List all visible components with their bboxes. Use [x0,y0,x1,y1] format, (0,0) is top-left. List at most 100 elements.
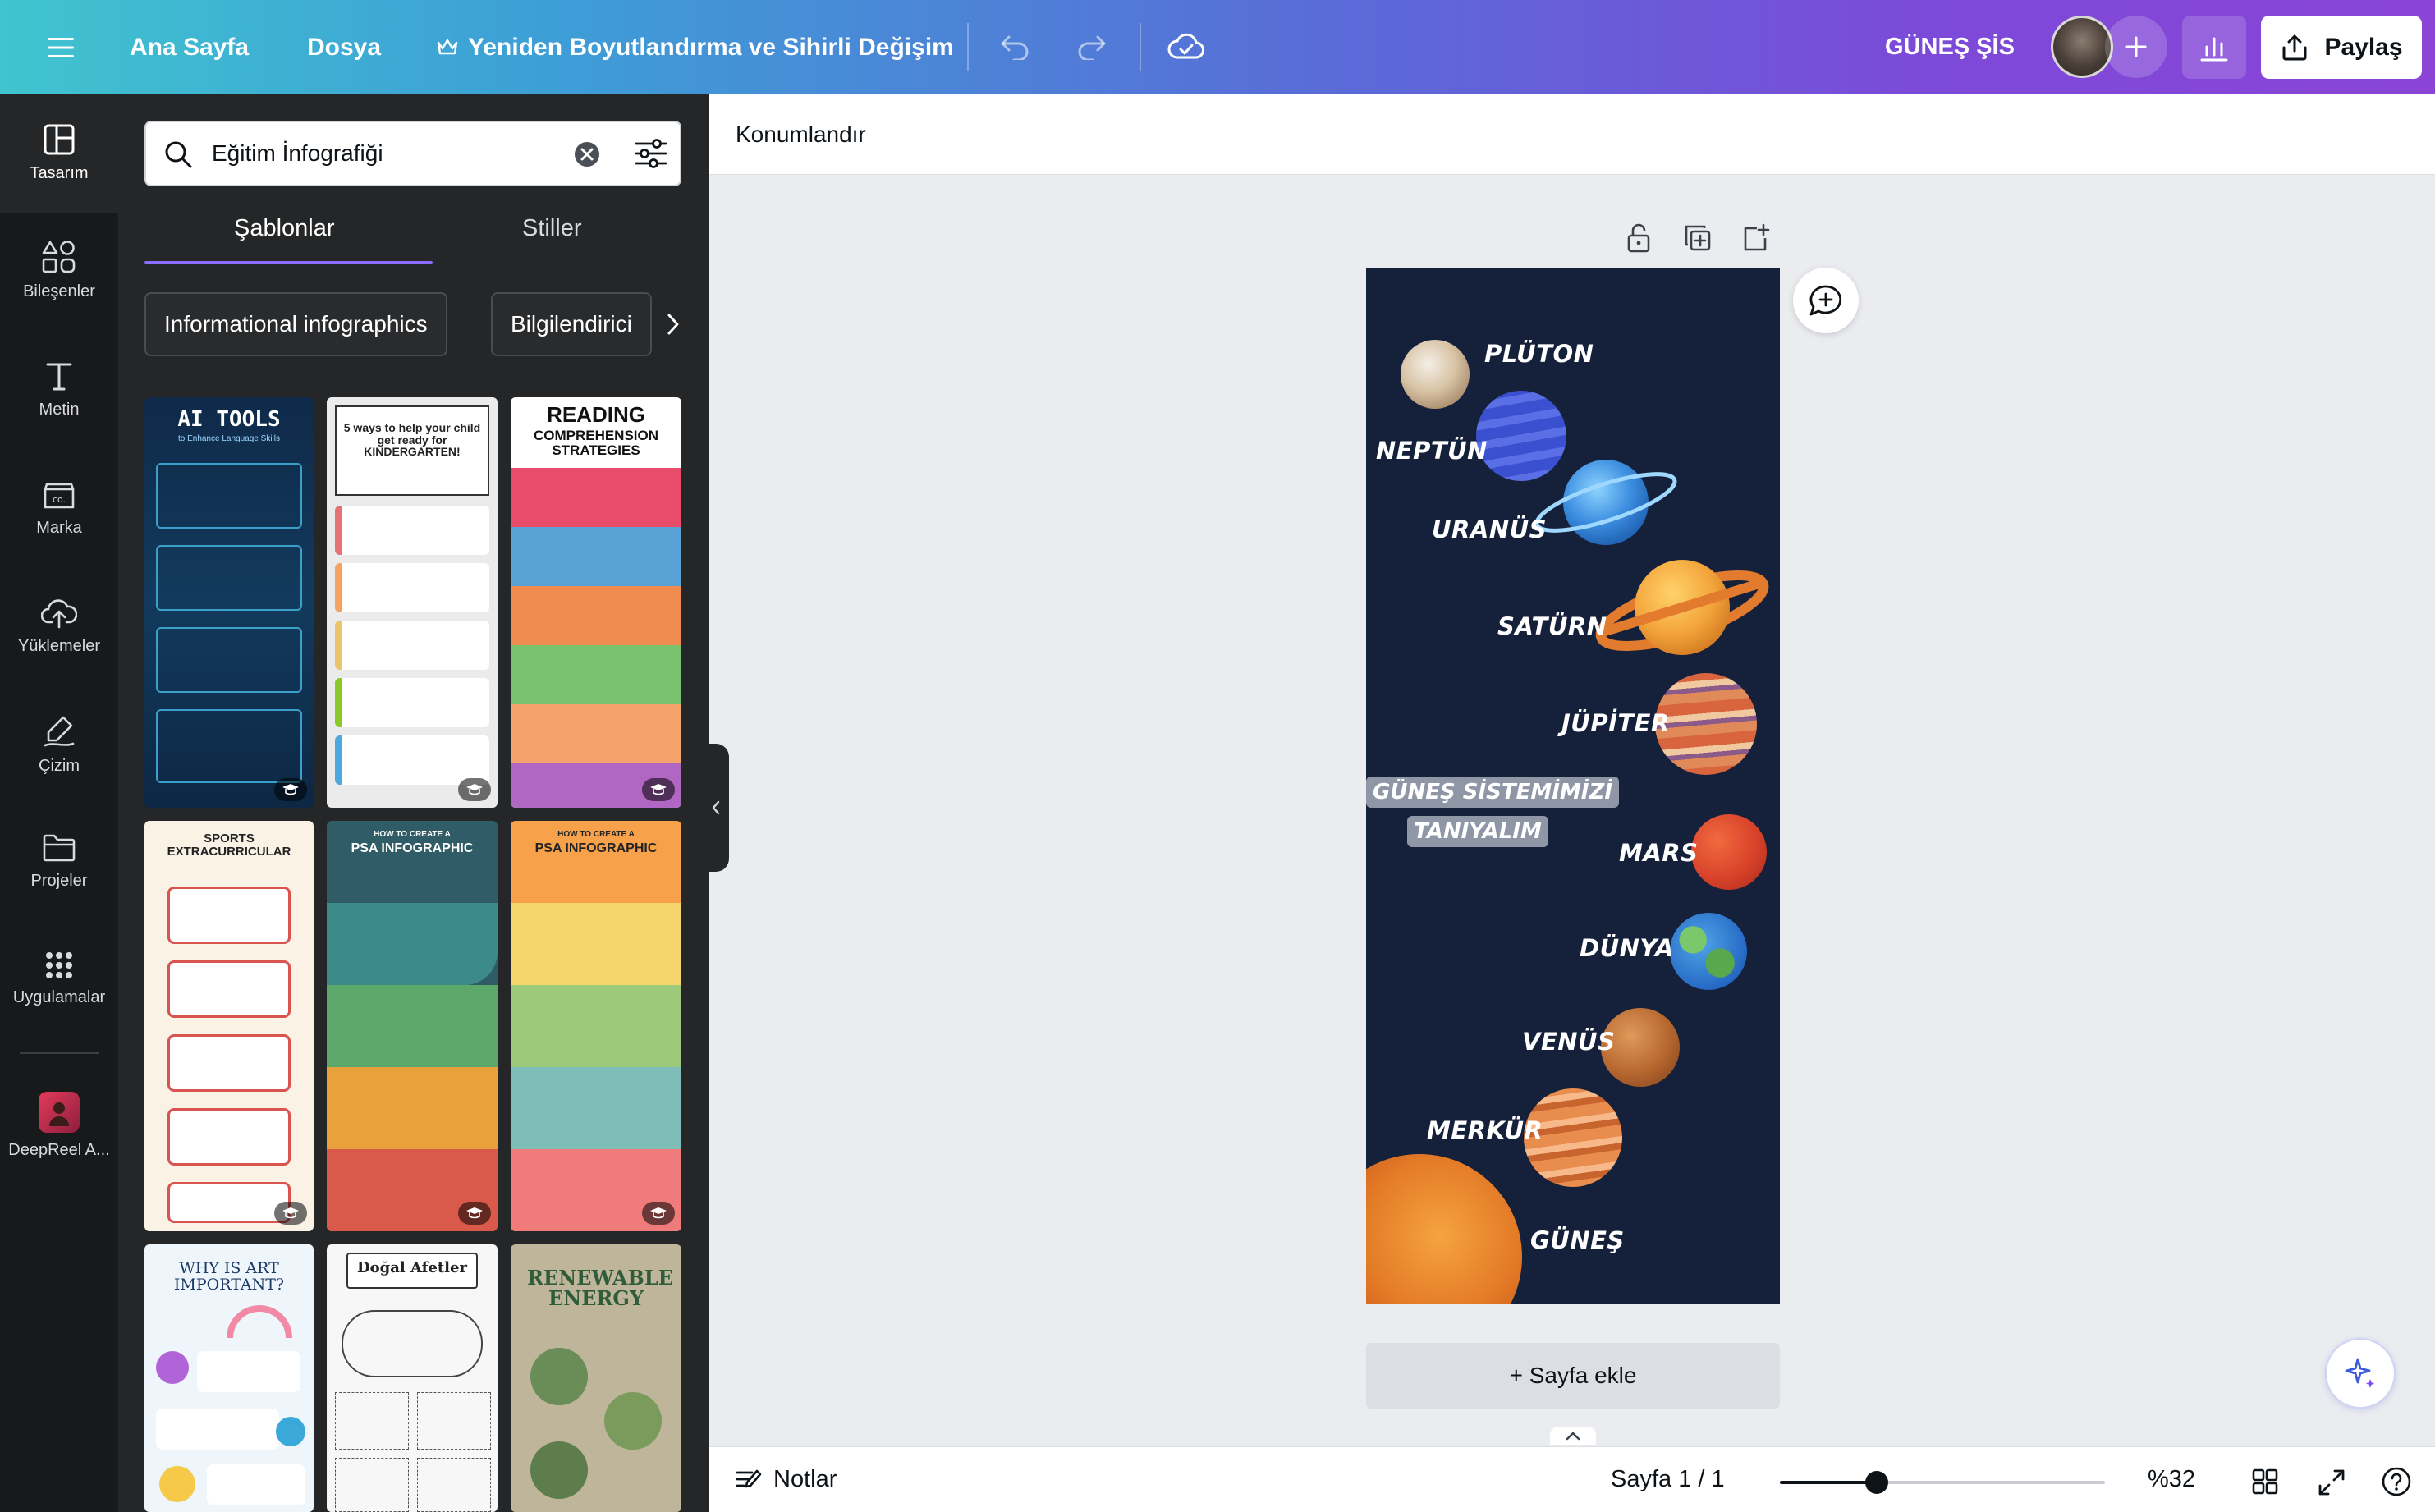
template-thumbnail-psa-orange[interactable]: HOW TO CREATE A PSA INFOGRAPHIC [511,821,681,1231]
avatar[interactable] [2051,16,2113,78]
clear-search-icon [575,142,599,167]
planet-label-venus[interactable]: VENÜS [1522,1028,1615,1056]
rail-label: DeepReel A... [8,1141,110,1159]
magic-assistant-button[interactable] [2325,1338,2396,1409]
design-title-line1[interactable]: GÜNEŞ SİSTEMİMİZİ [1366,777,1619,808]
planet-label-earth[interactable]: DÜNYA [1580,934,1674,962]
apps-grid-icon [46,952,72,978]
pluto-illustration[interactable] [1401,340,1470,409]
design-title-line2[interactable]: TANIYALIM [1407,816,1548,847]
chips-scroll-right[interactable] [657,292,690,356]
layout-icon [44,124,75,155]
planet-label-saturn[interactable]: SATÜRN [1497,612,1607,640]
graduation-cap-icon [282,1207,299,1219]
rail-item-uploads[interactable]: Yüklemeler [0,596,118,656]
menu-icon[interactable] [43,30,79,66]
rail-item-projects[interactable]: Projeler [0,832,118,891]
help-icon[interactable] [2381,1466,2412,1497]
template-thumbnail-reading[interactable]: READING COMPREHENSION STRATEGIES [511,397,681,808]
rail-label: Metin [39,401,80,419]
bar-chart-icon [2200,37,2228,61]
saturn-illustration[interactable] [1594,550,1770,665]
template-thumbnail-ai-tools[interactable]: AI TOOLS to Enhance Language Skills [144,397,314,808]
zoom-level[interactable]: %32 [2148,1446,2195,1512]
expand-pages-toggle[interactable] [1550,1427,1596,1445]
zoom-slider-fill [1780,1481,1869,1484]
planet-label-neptune[interactable]: NEPTÜN [1376,437,1488,465]
sparkle-icon [2345,1358,2374,1388]
fullscreen-icon[interactable] [2317,1468,2346,1497]
add-comment-button[interactable] [1793,268,1859,333]
chevron-up-icon [1566,1432,1580,1441]
tab-templates[interactable]: Şablonlar [234,215,335,242]
text-icon [46,363,72,391]
share-button[interactable]: Paylaş [2261,16,2422,79]
rail-item-draw[interactable]: Çizim [0,714,118,776]
template-title: READING [547,402,645,427]
jupiter-illustration[interactable] [1655,673,1757,775]
project-title[interactable]: GÜNEŞ ŞİS [1885,0,2015,94]
zoom-slider[interactable] [1780,1481,2105,1484]
shapes-icon [42,241,76,273]
chevron-left-icon [712,800,720,815]
tab-styles[interactable]: Stiller [522,215,582,242]
template-thumbnail-kindergarten[interactable]: 5 ways to help your child get ready for … [327,397,498,808]
planet-label-mercury[interactable]: MERKÜR [1427,1116,1543,1144]
rail-item-deepreel[interactable]: DeepReel A... [0,1092,118,1160]
template-thumbnail-renewable[interactable]: RENEWABLE ENERGY [511,1244,681,1512]
grid-view-icon[interactable] [2251,1468,2279,1496]
notes-icon[interactable] [734,1466,762,1494]
chevron-right-icon [667,314,679,335]
lock-page-icon[interactable] [1621,220,1657,256]
redo-icon[interactable] [1072,28,1110,66]
add-page-button[interactable]: + Sayfa ekle [1366,1343,1780,1409]
upload-cloud-icon [41,599,77,629]
uranus-illustration[interactable] [1535,453,1683,552]
earth-illustration[interactable] [1670,913,1747,990]
template-thumbnail-psa-green[interactable]: HOW TO CREATE A PSA INFOGRAPHIC [327,821,498,1231]
collapse-panel-handle[interactable] [703,744,729,872]
filter-chip-informational[interactable]: Informational infographics [144,292,447,356]
add-page-icon[interactable] [1737,220,1773,256]
resize-magic-switch[interactable]: Yeniden Boyutlandırma ve Sihirli Değişim [468,0,954,94]
rail-label: Uygulamalar [12,988,106,1006]
planet-label-sun[interactable]: GÜNEŞ [1530,1226,1625,1254]
search-input[interactable]: Eğitim İnfografiği [144,121,681,186]
divider [1140,23,1141,71]
rail-item-design[interactable]: Tasarım [0,123,118,183]
filter-chip-bilgilendirici[interactable]: Bilgilendirici [491,292,652,356]
file-menu[interactable]: Dosya [307,0,381,94]
planet-label-jupiter[interactable]: JÜPİTER [1561,709,1670,737]
zoom-slider-handle[interactable] [1865,1471,1888,1494]
template-title: SPORTS EXTRACURRICULAR [167,832,291,859]
graduation-cap-icon [466,784,483,795]
rail-item-brand[interactable]: co. Marka [0,478,118,538]
rail-item-apps[interactable]: Uygulamalar [0,951,118,1007]
cloud-saved-icon[interactable] [1166,28,1207,66]
education-badge [458,1202,491,1225]
rail-item-elements[interactable]: Bileşenler [0,240,118,301]
rail-item-text[interactable]: Metin [0,360,118,419]
graduation-cap-icon [466,1207,483,1219]
mars-illustration[interactable] [1691,814,1767,890]
undo-icon[interactable] [997,28,1034,66]
search-value[interactable]: Eğitim İnfografiği [212,122,383,185]
design-page[interactable]: PLÜTON NEPTÜN URANÜS SATÜRN JÜPİTER MARS… [1366,268,1780,1304]
template-thumbnail-art[interactable]: WHY IS ART IMPORTANT? [144,1244,314,1512]
duplicate-page-icon[interactable] [1680,220,1716,256]
add-collaborator-button[interactable] [2105,16,2167,78]
sun-illustration[interactable] [1366,1154,1522,1304]
page-indicator[interactable]: Sayfa 1 / 1 [1611,1446,1725,1512]
home-link[interactable]: Ana Sayfa [130,0,249,94]
education-badge [642,1202,675,1225]
position-button[interactable]: Konumlandır [736,94,866,175]
template-title: RENEWABLE ENERGY [527,1266,673,1311]
template-thumbnail-dogal-afetler[interactable]: Doğal Afetler [327,1244,498,1512]
planet-label-mars[interactable]: MARS [1619,839,1699,867]
notes-button[interactable]: Notlar [773,1446,837,1512]
template-thumbnail-sports[interactable]: SPORTS EXTRACURRICULAR [144,821,314,1231]
rail-label: Yüklemeler [17,637,101,655]
planet-label-uranus[interactable]: URANÜS [1432,515,1547,543]
planet-label-pluto[interactable]: PLÜTON [1484,340,1594,368]
insights-button[interactable] [2182,16,2246,79]
